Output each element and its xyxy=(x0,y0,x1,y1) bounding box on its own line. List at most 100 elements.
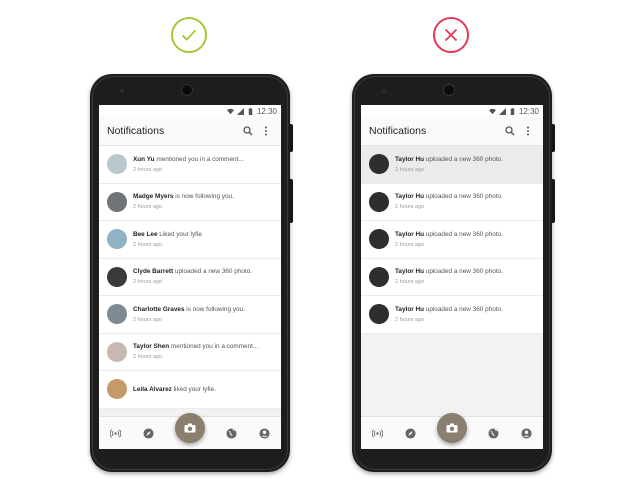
avatar xyxy=(107,266,127,287)
notification-message: Bee Lee Liked your lyfie xyxy=(133,231,202,238)
notification-time: 2 hours ago xyxy=(133,279,163,286)
notification-text: Taylor Hu uploaded a new 360 photo. 2 hou… xyxy=(395,156,503,173)
signal-icon xyxy=(236,107,244,115)
battery-icon xyxy=(510,107,515,115)
globe-icon[interactable] xyxy=(488,427,500,439)
notification-time: 2 hours ago xyxy=(395,241,425,248)
notification-row[interactable]: Taylor Hu uploaded a new 360 photo. 2 hou… xyxy=(361,146,543,184)
avatar xyxy=(369,304,389,325)
camera-fab-button[interactable] xyxy=(437,413,467,443)
app-bar: Notifications xyxy=(361,117,543,146)
notification-message: Clyde Barrett uploaded a new 360 photo. xyxy=(133,268,252,275)
notification-list: Xun Yu mentioned you in a comment... 2 ho… xyxy=(99,146,281,409)
compass-icon[interactable] xyxy=(404,427,416,439)
avatar xyxy=(107,341,127,362)
notification-text: Taylor Hu uploaded a new 360 photo. 2 hou… xyxy=(395,231,503,248)
notification-action: uploaded a new 360 photo. xyxy=(424,268,503,276)
notification-action: uploaded a new 360 photo. xyxy=(424,305,503,313)
notification-time: 2 hours ago xyxy=(395,316,425,323)
more-vert-icon[interactable] xyxy=(259,124,273,138)
notification-action: uploaded a new 360 photo. xyxy=(424,230,503,238)
notification-text: Charlotte Graves is now following you. 2 … xyxy=(133,306,245,323)
notification-row[interactable]: Taylor Shen mentioned you in a comment..… xyxy=(99,334,281,371)
notification-row[interactable]: Charlotte Graves is now following you. 2 … xyxy=(99,296,281,334)
notification-text: Taylor Hu uploaded a new 360 photo. 2 hou… xyxy=(395,268,503,285)
notification-text: Taylor Hu uploaded a new 360 photo. 2 hou… xyxy=(395,193,503,210)
notification-action: Liked your lyfie xyxy=(157,230,202,238)
notification-time: 2 hours ago xyxy=(133,316,163,323)
avatar xyxy=(369,191,389,212)
search-icon[interactable] xyxy=(503,124,517,138)
notification-action: uploaded a new 360 photo. xyxy=(173,268,253,276)
notification-message: Taylor Hu uploaded a new 360 photo. xyxy=(395,306,503,313)
notification-time: 2 hours ago xyxy=(133,204,163,211)
notification-user-name: Charlotte Graves xyxy=(133,305,185,313)
compass-icon[interactable] xyxy=(142,427,154,439)
screen: 12:30 Notifications Taylor Hu uploaded a… xyxy=(361,105,543,449)
notification-row[interactable]: Taylor Hu uploaded a new 360 photo. 2 hou… xyxy=(361,184,543,221)
notification-user-name: Xun Yu xyxy=(133,155,155,163)
notification-user-name: Taylor Shen xyxy=(133,343,170,351)
notification-row[interactable]: Taylor Hu uploaded a new 360 photo. 2 hou… xyxy=(361,259,543,296)
page-title: Notifications xyxy=(369,125,427,137)
avatar xyxy=(369,266,389,287)
notification-text: Leila Alvarez liked your lyfie. xyxy=(133,386,216,393)
camera-fab-button[interactable] xyxy=(175,413,205,443)
notification-user-name: Taylor Hu xyxy=(395,268,424,276)
notification-user-name: Taylor Hu xyxy=(395,155,424,163)
live-icon[interactable] xyxy=(109,427,121,439)
profile-icon[interactable] xyxy=(521,427,533,439)
notification-time: 2 hours ago xyxy=(133,354,163,361)
avatar xyxy=(107,154,127,175)
more-vert-icon[interactable] xyxy=(521,124,535,138)
notification-row[interactable]: Madge Myers is now following you. 2 hours… xyxy=(99,184,281,221)
notification-time: 2 hours ago xyxy=(133,241,163,248)
notification-message: Taylor Shen mentioned you in a comment..… xyxy=(133,343,258,350)
notification-time: 2 hours ago xyxy=(395,279,425,286)
signal-icon xyxy=(498,107,506,115)
camera-icon xyxy=(184,423,196,433)
sensor xyxy=(382,89,386,93)
notification-action: mentioned you in a comment... xyxy=(169,343,259,351)
notification-row[interactable]: Taylor Hu uploaded a new 360 photo. 2 hou… xyxy=(361,296,543,334)
notification-text: Madge Myers is now following you. 2 hours… xyxy=(133,193,234,210)
live-icon[interactable] xyxy=(371,427,383,439)
cross-icon xyxy=(433,17,469,53)
notification-row[interactable]: Leila Alvarez liked your lyfie. xyxy=(99,371,281,409)
wifi-icon xyxy=(488,108,496,114)
notification-user-name: Taylor Hu xyxy=(395,230,424,238)
search-icon[interactable] xyxy=(241,124,255,138)
notification-action: liked your lyfie. xyxy=(171,385,216,393)
notification-time: 2 hours ago xyxy=(133,166,163,173)
notification-message: Charlotte Graves is now following you. xyxy=(133,306,245,313)
front-camera xyxy=(181,84,193,96)
volume-button xyxy=(290,179,293,223)
notification-user-name: Taylor Hu xyxy=(395,305,424,313)
status-time: 12:30 xyxy=(256,106,277,116)
notification-row[interactable]: Clyde Barrett uploaded a new 360 photo. 2… xyxy=(99,259,281,296)
notification-message: Taylor Hu uploaded a new 360 photo. xyxy=(395,231,503,238)
front-camera xyxy=(443,84,455,96)
globe-icon[interactable] xyxy=(226,427,238,439)
profile-icon[interactable] xyxy=(259,427,271,439)
notification-message: Madge Myers is now following you. xyxy=(133,193,234,200)
notification-user-name: Clyde Barrett xyxy=(133,268,174,276)
app-bar: Notifications xyxy=(99,117,281,146)
power-button xyxy=(552,124,555,152)
sensor xyxy=(120,89,124,93)
notification-action: is now following you. xyxy=(173,193,234,201)
avatar xyxy=(107,191,127,212)
notification-action: uploaded a new 360 photo. xyxy=(424,155,503,163)
notification-row[interactable]: Taylor Hu uploaded a new 360 photo. 2 hou… xyxy=(361,221,543,259)
notification-row[interactable]: Bee Lee Liked your lyfie 2 hours ago xyxy=(99,221,281,259)
avatar xyxy=(107,379,127,400)
notification-action: is now following you. xyxy=(184,305,245,313)
notification-text: Taylor Shen mentioned you in a comment..… xyxy=(133,343,258,360)
notification-list: Taylor Hu uploaded a new 360 photo. 2 hou… xyxy=(361,146,543,334)
notification-user-name: Bee Lee xyxy=(133,230,158,238)
check-icon xyxy=(171,17,207,53)
status-time: 12:30 xyxy=(518,106,539,116)
status-bar: 12:30 xyxy=(361,105,543,117)
notification-row[interactable]: Xun Yu mentioned you in a comment... 2 ho… xyxy=(99,146,281,184)
notification-text: Clyde Barrett uploaded a new 360 photo. 2… xyxy=(133,268,252,285)
